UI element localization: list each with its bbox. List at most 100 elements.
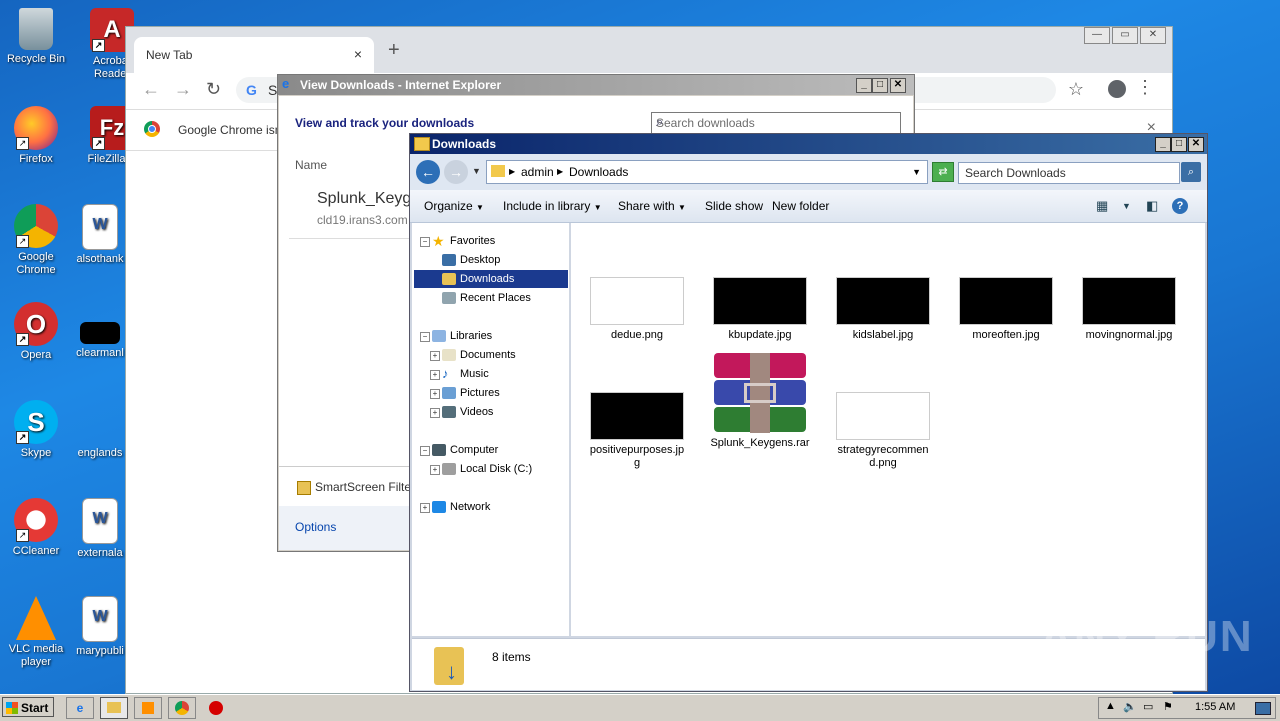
close-icon[interactable]: ✕ [890,78,906,93]
organize-button[interactable]: Organize ▼ [424,199,484,213]
nav-libraries[interactable]: Libraries [432,327,492,345]
collapse-icon[interactable]: − [420,237,430,247]
minimize-icon[interactable]: _ [856,78,872,93]
nav-downloads[interactable]: Downloads [414,270,568,288]
file-item[interactable]: positivepurposes.jpg [587,392,687,470]
file-item[interactable]: kbupdate.jpg [710,277,810,342]
downloads-search-input[interactable]: Search downloads ⌕ [651,112,901,134]
nav-favorites[interactable]: ★ Favorites [432,232,495,250]
desktop-icon-ccleaner[interactable]: ↗ CCleaner [0,498,72,558]
desktop-icon-recycle-bin[interactable]: Recycle Bin [0,8,72,66]
close-icon[interactable]: ✕ [1140,27,1166,44]
expand-icon[interactable]: + [420,503,430,513]
action-center-flag-icon[interactable]: ⚑ [1163,700,1173,713]
desktop-icon-vlc[interactable]: VLC media player [0,596,72,669]
system-tray: ▲ 🔈 ▭ ⚑ 1:55 AM [1098,697,1276,719]
network-icon[interactable]: ▭ [1143,700,1153,713]
taskbar-media-player-icon[interactable] [134,697,162,719]
show-hidden-icons-icon[interactable]: ▲ [1105,700,1116,712]
nav-network[interactable]: Network [432,498,490,516]
navigation-pane: − ★ Favorites Desktop Downloads Recent Pl… [412,223,570,636]
back-arrow-icon[interactable]: ← [142,79,160,100]
breadcrumb-downloads[interactable]: Downloads [569,165,628,179]
taskbar-chrome-icon[interactable] [168,697,196,719]
taskbar-stop-icon[interactable] [202,697,230,719]
file-item[interactable]: strategyrecommend.png [833,392,933,470]
nav-documents[interactable]: Documents [442,346,516,364]
volume-icon[interactable]: 🔈 [1123,700,1137,713]
breadcrumb-admin[interactable]: admin [521,165,554,179]
file-item[interactable]: moreoften.jpg [956,277,1056,342]
reload-icon[interactable]: ↻ [206,79,221,100]
nav-local-disk[interactable]: Local Disk (C:) [442,460,532,478]
chrome-tab-new-tab[interactable]: New Tab × [134,37,374,73]
include-in-library-button[interactable]: Include in library ▼ [503,199,602,213]
file-item[interactable]: kidslabel.jpg [833,277,933,342]
download-file-name[interactable]: Splunk_Keyg [317,190,411,208]
nav-pictures[interactable]: Pictures [442,384,500,402]
maximize-icon[interactable]: □ [1171,137,1187,152]
ccleaner-icon: ↗ [14,498,58,542]
chevron-down-icon[interactable]: ▼ [912,167,921,177]
maximize-icon[interactable]: ▭ [1112,27,1138,44]
shield-icon [297,480,311,495]
refresh-icon[interactable]: ⇄ [932,162,954,182]
chevron-right-icon[interactable]: ▶ [557,167,563,176]
expand-icon[interactable]: + [430,465,440,475]
nav-desktop[interactable]: Desktop [442,251,500,269]
chevron-right-icon[interactable]: ▶ [509,167,515,176]
tab-close-icon[interactable]: × [354,46,362,62]
search-icon[interactable]: ⌕ [1181,162,1201,182]
collapse-icon[interactable]: − [420,332,430,342]
expand-icon[interactable]: + [430,389,440,399]
taskbar-ie-icon[interactable]: e [66,697,94,719]
minimize-icon[interactable]: _ [1155,137,1171,152]
nav-music[interactable]: ♪ Music [442,365,489,383]
file-item[interactable]: movingnormal.jpg [1079,277,1179,342]
back-arrow-icon[interactable]: ← [416,160,440,184]
chrome-menu-icon[interactable]: ⋮ [1136,77,1154,98]
ie-title: View Downloads - Internet Explorer [300,78,502,92]
nav-computer[interactable]: Computer [432,441,498,459]
expand-icon[interactable]: + [430,351,440,361]
desktop-icon-chrome[interactable]: ↗ Google Chrome [0,204,72,277]
desktop-icon-opera[interactable]: O ↗ Opera [0,302,72,362]
start-button[interactable]: Start [2,697,54,717]
profile-avatar-icon[interactable] [1108,80,1126,98]
nav-recent-places[interactable]: Recent Places [442,289,531,307]
file-item[interactable]: Splunk_Keygens.rar [710,353,810,450]
recent-pages-dropdown-icon[interactable]: ▼ [472,166,481,176]
forward-arrow-icon[interactable]: → [444,160,468,184]
options-link[interactable]: Options [295,520,336,534]
change-view-icon[interactable]: ▦ [1096,198,1108,214]
show-desktop-icon[interactable] [1255,702,1271,715]
address-path[interactable]: ▶ admin ▶ Downloads ▼ [486,160,928,184]
command-bar: Organize ▼ Include in library ▼ Share wi… [410,190,1207,223]
taskbar-explorer-icon[interactable] [100,697,128,719]
minimize-icon[interactable]: — [1084,27,1110,44]
nav-favorites-label: Favorites [450,235,496,247]
explorer-search-input[interactable]: Search Downloads [958,162,1180,184]
column-header-name[interactable]: Name [295,158,327,172]
slide-show-button[interactable]: Slide show [705,199,763,213]
close-icon[interactable]: ✕ [1188,137,1204,152]
collapse-icon[interactable]: − [420,446,430,456]
bookmark-star-icon[interactable]: ☆ [1068,79,1084,100]
share-with-button[interactable]: Share with ▼ [618,199,686,213]
maximize-icon[interactable]: □ [872,78,888,93]
preview-pane-icon[interactable]: ◧ [1146,198,1158,214]
new-tab-plus-icon[interactable]: + [388,39,400,62]
smartscreen-filter-label[interactable]: SmartScreen Filte [297,480,411,495]
recent-places-icon [442,292,456,305]
new-folder-button[interactable]: New folder [772,199,829,213]
desktop-icon-skype[interactable]: S ↗ Skype [0,400,72,460]
clock[interactable]: 1:55 AM [1195,701,1235,713]
expand-icon[interactable]: + [430,408,440,418]
forward-arrow-icon[interactable]: → [174,79,192,100]
nav-videos[interactable]: Videos [442,403,493,421]
expand-icon[interactable]: + [430,370,440,380]
chevron-down-icon[interactable]: ▼ [1122,201,1131,211]
desktop-icon-firefox[interactable]: ↗ Firefox [0,106,72,166]
help-icon[interactable]: ? [1172,198,1188,214]
file-item[interactable]: dedue.png [587,277,687,342]
